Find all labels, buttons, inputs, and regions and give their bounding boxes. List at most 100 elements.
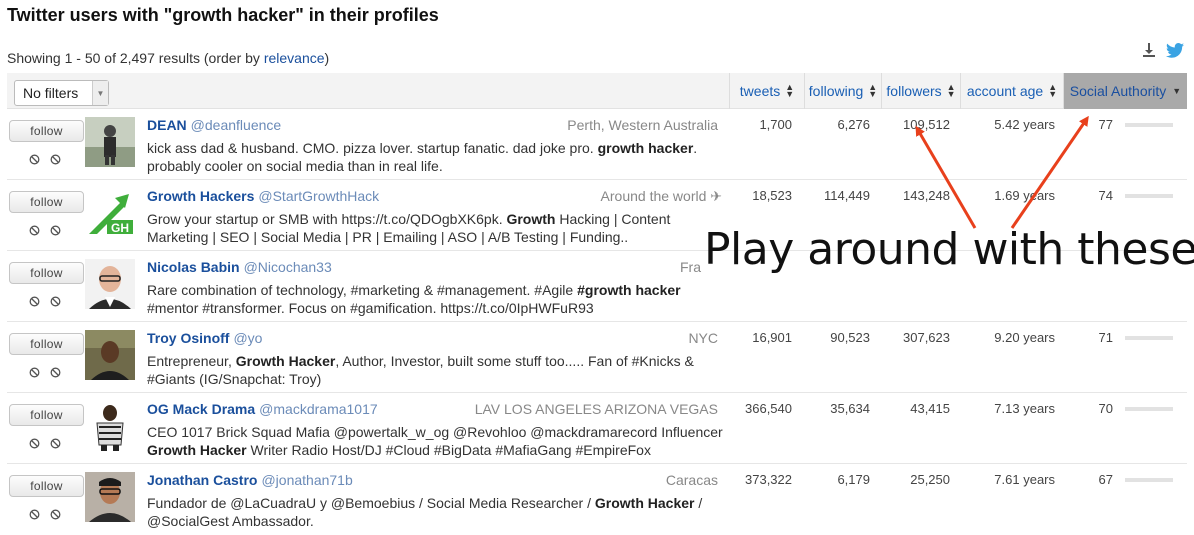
follow-button[interactable]: follow	[9, 333, 84, 355]
account-age: 7.13 years	[994, 401, 1055, 416]
authority-bar	[1125, 407, 1173, 411]
avatar[interactable]	[85, 259, 135, 309]
filter-dropdown[interactable]: No filters ▼	[14, 80, 109, 106]
followers-count: 43,415	[910, 401, 950, 416]
tweets-count: 366,540	[745, 401, 792, 416]
annotation-text: Play around with these	[704, 224, 1194, 275]
social-authority-score: 77	[1098, 117, 1113, 132]
user-name-line: Growth Hackers @StartGrowthHack	[147, 188, 379, 204]
hide-icon[interactable]	[50, 152, 61, 165]
avatar[interactable]	[85, 117, 135, 167]
follow-button[interactable]: follow	[9, 120, 84, 142]
sort-following[interactable]: following ▲ ▼	[804, 73, 881, 109]
table-row: follow DEAN @deanfluence Perth, Western A…	[7, 109, 1187, 180]
block-icon[interactable]	[29, 294, 40, 307]
user-name-line: Jonathan Castro @jonathan71b	[147, 472, 353, 488]
sort-social-authority[interactable]: Social Authority ▼	[1063, 73, 1187, 109]
sort-account-age[interactable]: account age ▲ ▼	[960, 73, 1063, 109]
download-icon[interactable]	[1142, 42, 1156, 58]
tweets-count: 18,523	[752, 188, 792, 203]
user-handle[interactable]: @deanfluence	[191, 117, 282, 133]
hide-icon[interactable]	[50, 223, 61, 236]
page-title: Twitter users with "growth hacker" in th…	[7, 5, 439, 25]
user-location: Perth, Western Australia	[567, 117, 718, 133]
top-icons	[1142, 42, 1184, 58]
block-icon[interactable]	[29, 152, 40, 165]
following-count: 6,179	[837, 472, 870, 487]
authority-bar	[1125, 336, 1173, 340]
tweets-count: 16,901	[752, 330, 792, 345]
user-handle[interactable]: @jonathan71b	[261, 472, 352, 488]
block-icon[interactable]	[29, 223, 40, 236]
account-age: 5.42 years	[994, 117, 1055, 132]
user-name-line: Nicolas Babin @Nicochan33	[147, 259, 332, 275]
user-handle[interactable]: @Nicochan33	[244, 259, 332, 275]
user-bio: Grow your startup or SMB with https://t.…	[147, 211, 671, 245]
block-icon[interactable]	[29, 507, 40, 520]
chevron-down-icon: ▼	[92, 81, 108, 105]
followers-count: 25,250	[910, 472, 950, 487]
sort-followers[interactable]: followers ▲ ▼	[881, 73, 960, 109]
row-actions	[29, 223, 61, 236]
sort-arrows-icon: ▲ ▼	[868, 82, 878, 99]
following-count: 6,276	[837, 117, 870, 132]
display-name[interactable]: Nicolas Babin	[147, 259, 240, 275]
user-name-line: OG Mack Drama @mackdrama1017	[147, 401, 378, 417]
authority-bar	[1125, 123, 1173, 127]
display-name[interactable]: OG Mack Drama	[147, 401, 255, 417]
avatar[interactable]	[85, 401, 135, 451]
row-actions	[29, 294, 61, 307]
followers-count: 143,248	[903, 188, 950, 203]
hide-icon[interactable]	[50, 507, 61, 520]
user-handle[interactable]: @StartGrowthHack	[258, 188, 379, 204]
hide-icon[interactable]	[50, 436, 61, 449]
avatar[interactable]: GH	[85, 188, 135, 238]
display-name[interactable]: Jonathan Castro	[147, 472, 257, 488]
social-authority-score: 74	[1098, 188, 1113, 203]
avatar[interactable]	[85, 330, 135, 380]
block-icon[interactable]	[29, 436, 40, 449]
hide-icon[interactable]	[50, 365, 61, 378]
followers-count: 109,512	[903, 117, 950, 132]
authority-bar	[1125, 478, 1173, 482]
follow-button[interactable]: follow	[9, 191, 84, 213]
row-actions	[29, 152, 61, 165]
user-handle[interactable]: @mackdrama1017	[259, 401, 378, 417]
avatar[interactable]	[85, 472, 135, 522]
result-summary: Showing 1 - 50 of 2,497 results (order b…	[7, 50, 330, 66]
row-actions	[29, 507, 61, 520]
sort-arrows-icon: ▲ ▼	[1048, 82, 1058, 99]
display-name[interactable]: DEAN	[147, 117, 187, 133]
user-location: LAV LOS ANGELES ARIZONA VEGAS	[474, 401, 718, 417]
social-authority-score: 67	[1098, 472, 1113, 487]
followers-count: 307,623	[903, 330, 950, 345]
user-bio: CEO 1017 Brick Squad Mafia @powertalk_w_…	[147, 424, 723, 458]
hide-icon[interactable]	[50, 294, 61, 307]
authority-bar	[1125, 194, 1173, 198]
block-icon[interactable]	[29, 365, 40, 378]
account-age: 1.69 years	[994, 188, 1055, 203]
table-row: follow Troy Osinoff @yo NYC Entrepreneur,…	[7, 322, 1187, 393]
row-actions	[29, 436, 61, 449]
sort-tweets[interactable]: tweets ▲ ▼	[729, 73, 804, 109]
svg-text:GH: GH	[111, 221, 129, 235]
results-header: No filters ▼ tweets ▲ ▼ following ▲ ▼ follow…	[7, 73, 1187, 109]
user-location: Around the world ✈	[600, 188, 722, 204]
display-name[interactable]: Troy Osinoff	[147, 330, 229, 346]
user-handle[interactable]: @yo	[233, 330, 262, 346]
order-by-relevance-link[interactable]: relevance	[264, 50, 325, 66]
follow-button[interactable]: follow	[9, 404, 84, 426]
user-bio: kick ass dad & husband. CMO. pizza lover…	[147, 140, 698, 174]
display-name[interactable]: Growth Hackers	[147, 188, 254, 204]
user-bio: Fundador de @LaCuadraU y @Bemoebius / So…	[147, 495, 703, 529]
table-row: follow OG Mack Drama @mackdrama1017 LAV L…	[7, 393, 1187, 464]
follow-button[interactable]: follow	[9, 475, 84, 497]
caret-down-icon: ▼	[1172, 86, 1182, 96]
follow-button[interactable]: follow	[9, 262, 84, 284]
account-age: 7.61 years	[994, 472, 1055, 487]
user-location: NYC	[688, 330, 718, 346]
following-count: 90,523	[830, 330, 870, 345]
twitter-bird-icon[interactable]	[1166, 42, 1184, 58]
following-count: 114,449	[823, 188, 870, 203]
account-age: 9.20 years	[994, 330, 1055, 345]
